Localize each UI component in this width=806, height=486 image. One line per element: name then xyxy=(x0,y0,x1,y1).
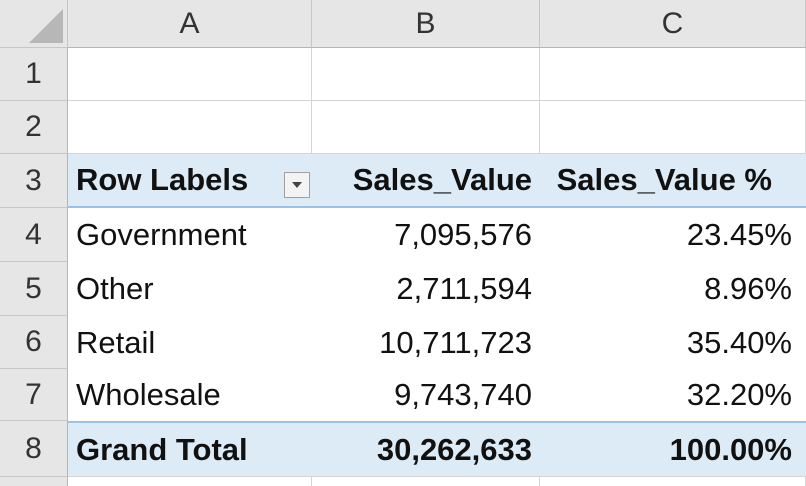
cell-a2[interactable] xyxy=(68,101,312,154)
pivot-row-value[interactable]: 7,095,576 xyxy=(312,208,540,262)
grand-total-value[interactable]: 30,262,633 xyxy=(312,421,540,477)
cell-c9[interactable] xyxy=(540,477,806,486)
column-header-b[interactable]: B xyxy=(312,0,540,48)
row-header-3[interactable]: 3 xyxy=(0,154,68,208)
pivot-row-pct[interactable]: 8.96% xyxy=(540,262,806,316)
select-all-corner[interactable] xyxy=(0,0,68,48)
grand-total-label[interactable]: Grand Total xyxy=(68,421,312,477)
pivot-row-pct[interactable]: 35.40% xyxy=(540,316,806,369)
row-header-5[interactable]: 5 xyxy=(0,262,68,316)
spreadsheet: A B C 1 2 3 4 5 6 7 8 Row Labels Sales_V… xyxy=(0,0,806,486)
row-header-2[interactable]: 2 xyxy=(0,101,68,154)
cell-a1[interactable] xyxy=(68,48,312,101)
cell-b9[interactable] xyxy=(312,477,540,486)
column-header-c[interactable]: C xyxy=(540,0,806,48)
cell-c1[interactable] xyxy=(540,48,806,101)
row-header-9-partial xyxy=(0,477,68,486)
row-header-8[interactable]: 8 xyxy=(0,421,68,477)
pivot-row-label[interactable]: Wholesale xyxy=(68,369,312,421)
row-labels-text: Row Labels xyxy=(76,162,249,197)
pivot-header-sales-value[interactable]: Sales_Value xyxy=(312,154,540,208)
cell-b2[interactable] xyxy=(312,101,540,154)
pivot-header-sales-value-pct[interactable]: Sales_Value % xyxy=(540,154,806,208)
row-labels-filter-button[interactable] xyxy=(284,172,310,198)
cell-a9[interactable] xyxy=(68,477,312,486)
cell-c2[interactable] xyxy=(540,101,806,154)
row-header-1[interactable]: 1 xyxy=(0,48,68,101)
pivot-row-value[interactable]: 10,711,723 xyxy=(312,316,540,369)
select-all-triangle-icon xyxy=(29,9,63,43)
dropdown-arrow-icon xyxy=(292,182,302,188)
pivot-row-label[interactable]: Retail xyxy=(68,316,312,369)
cell-b1[interactable] xyxy=(312,48,540,101)
pivot-row-pct[interactable]: 32.20% xyxy=(540,369,806,421)
column-header-a[interactable]: A xyxy=(68,0,312,48)
row-header-7[interactable]: 7 xyxy=(0,369,68,421)
pivot-row-value[interactable]: 9,743,740 xyxy=(312,369,540,421)
grand-total-pct[interactable]: 100.00% xyxy=(540,421,806,477)
pivot-row-label[interactable]: Other xyxy=(68,262,312,316)
row-header-4[interactable]: 4 xyxy=(0,208,68,262)
pivot-header-row-labels[interactable]: Row Labels xyxy=(68,154,312,208)
pivot-row-value[interactable]: 2,711,594 xyxy=(312,262,540,316)
pivot-row-pct[interactable]: 23.45% xyxy=(540,208,806,262)
row-header-6[interactable]: 6 xyxy=(0,316,68,369)
pivot-row-label[interactable]: Government xyxy=(68,208,312,262)
